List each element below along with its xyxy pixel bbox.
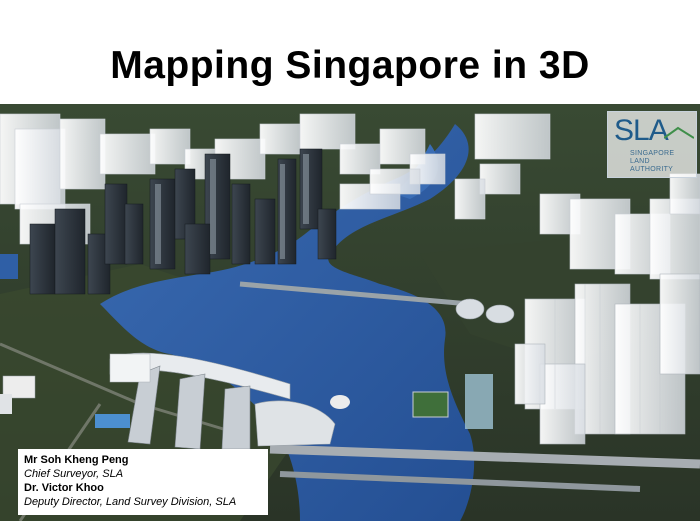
slide-title: Mapping Singapore in 3D — [110, 44, 590, 87]
presenter2-name: Dr. Victor Khoo — [24, 482, 104, 494]
presenter1-role: Chief Surveyor, SLA — [24, 468, 124, 480]
sla-logo-name-line2: LAND AUTHORITY — [630, 158, 674, 173]
sla-logo-name-line1: SINGAPORE — [630, 150, 675, 157]
presenter2-role: Deputy Director, Land Survey Division, S… — [24, 496, 237, 508]
sla-logo-letters: SLA — [614, 114, 669, 147]
sla-logo: SLA SINGAPORE LAND AUTHORITY — [607, 111, 697, 178]
sla-logo-swoosh-icon — [664, 126, 694, 139]
presenter-credits: Mr Soh Kheng Peng Chief Surveyor, SLA Dr… — [18, 449, 268, 515]
sla-logo-name: SINGAPORE LAND AUTHORITY — [630, 150, 694, 174]
presenter1-name: Mr Soh Kheng Peng — [24, 454, 129, 466]
